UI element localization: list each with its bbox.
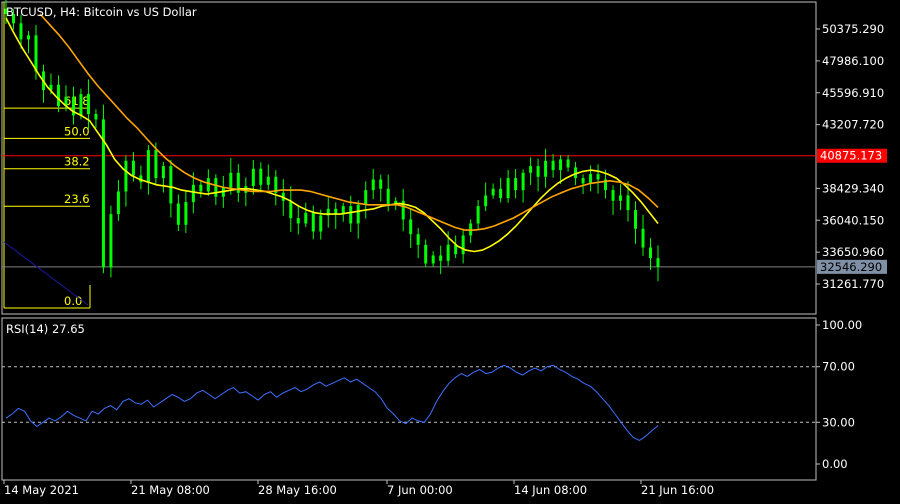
candle-body bbox=[154, 150, 158, 179]
price-tick-label: 31261.770 bbox=[822, 277, 884, 291]
fibonacci-level-label: 61.8 bbox=[64, 94, 90, 108]
time-tick-label: 21 Jun 16:00 bbox=[641, 483, 714, 497]
candle-body bbox=[424, 244, 428, 264]
candle-body bbox=[656, 258, 660, 267]
price-tick-label: 50375.290 bbox=[822, 22, 884, 36]
candle-body bbox=[409, 219, 413, 235]
fibonacci-level-label: 0.0 bbox=[64, 294, 82, 308]
candle-body bbox=[319, 215, 323, 232]
candle-body bbox=[161, 166, 165, 179]
price-tick-label: 33650.960 bbox=[822, 245, 884, 259]
candle-body bbox=[611, 190, 615, 201]
time-axis[interactable]: 14 May 2021 21 May 08:00 28 May 16:00 7 Jun… bbox=[3, 480, 714, 497]
price-tick-label: 38429.340 bbox=[822, 181, 884, 195]
candle-body bbox=[349, 206, 353, 224]
candle-body bbox=[94, 114, 98, 120]
candle-body bbox=[581, 178, 585, 184]
candle-body bbox=[304, 212, 308, 224]
candle-body bbox=[206, 178, 210, 192]
candle-body bbox=[26, 35, 30, 40]
candle-body bbox=[146, 150, 150, 183]
candle-body bbox=[499, 188, 503, 199]
price-line-label: 40875.173 bbox=[820, 149, 882, 163]
rsi-panel-frame bbox=[1, 317, 817, 481]
candle-body bbox=[259, 168, 263, 185]
candle-body bbox=[529, 166, 533, 173]
candle-body bbox=[266, 176, 270, 185]
price-tick-label: 43207.720 bbox=[822, 118, 884, 132]
candle-body bbox=[19, 23, 23, 40]
candle-body bbox=[79, 94, 83, 116]
price-tick-label: 47986.100 bbox=[822, 54, 884, 68]
candle-body bbox=[116, 191, 120, 215]
candle-body bbox=[379, 179, 383, 189]
chart-title: BTCUSD, H4: Bitcoin vs US Dollar bbox=[6, 5, 197, 19]
candle-body bbox=[289, 200, 293, 219]
candle-body bbox=[34, 35, 38, 72]
candle-body bbox=[649, 247, 653, 259]
candle-body bbox=[356, 204, 360, 224]
price-line-label: 32546.290 bbox=[820, 260, 882, 274]
candle-body bbox=[169, 166, 173, 204]
candle-body bbox=[176, 203, 180, 225]
candle-body bbox=[461, 235, 465, 255]
price-tick-label: 36040.150 bbox=[822, 213, 884, 227]
candle-body bbox=[131, 160, 135, 176]
candle-body bbox=[311, 212, 315, 232]
candle-body bbox=[86, 94, 90, 115]
time-tick-label: 21 May 08:00 bbox=[131, 483, 210, 497]
candle-body bbox=[626, 195, 630, 211]
candle-body bbox=[484, 195, 488, 207]
price-tick-label: 45596.910 bbox=[822, 86, 884, 100]
candle-body bbox=[191, 184, 195, 203]
time-tick-label: 7 Jun 00:00 bbox=[387, 483, 453, 497]
candle-body bbox=[506, 178, 510, 199]
rsi-tick-label: 0.00 bbox=[822, 457, 848, 471]
candle-body bbox=[536, 166, 540, 177]
candle-body bbox=[634, 210, 638, 229]
candle-body bbox=[109, 214, 113, 268]
candle-body bbox=[251, 168, 255, 187]
candle-body bbox=[371, 179, 375, 191]
rsi-tick-label: 100.00 bbox=[822, 318, 862, 332]
time-tick-label: 14 Jun 08:00 bbox=[514, 483, 587, 497]
candle-body bbox=[589, 174, 593, 184]
candle-body bbox=[199, 184, 203, 192]
candle-body bbox=[446, 244, 450, 261]
rsi-axis[interactable]: 100.00 70.00 30.00 0.00 bbox=[816, 318, 862, 471]
candle-body bbox=[566, 159, 570, 168]
candle-body bbox=[364, 190, 368, 205]
rsi-tick-label: 30.00 bbox=[822, 415, 855, 429]
candle-body bbox=[544, 160, 548, 177]
fibonacci-level-label: 38.2 bbox=[64, 155, 90, 169]
candle-body bbox=[491, 188, 495, 196]
candle-body bbox=[476, 206, 480, 224]
candle-body bbox=[551, 160, 555, 171]
fibonacci-level-label: 50.0 bbox=[64, 124, 90, 138]
rsi-title: RSI(14) 27.65 bbox=[6, 322, 85, 336]
candle-body bbox=[214, 178, 218, 197]
fibonacci-level-label: 23.6 bbox=[64, 192, 90, 206]
candle-body bbox=[641, 228, 645, 248]
candle-body bbox=[521, 172, 525, 191]
chart-canvas[interactable]: 61.8 50.0 38.2 23.6 0.0 50375.290 47986.100 45… bbox=[0, 0, 900, 500]
candle-body bbox=[229, 172, 233, 188]
candle-body bbox=[386, 188, 390, 205]
candle-body bbox=[124, 160, 128, 192]
time-tick-label: 14 May 2021 bbox=[4, 483, 79, 497]
candle-body bbox=[619, 195, 623, 201]
candle-body bbox=[596, 174, 600, 180]
candle-body bbox=[296, 218, 300, 224]
candle-body bbox=[416, 234, 420, 245]
candle-body bbox=[514, 178, 518, 191]
candle-body bbox=[184, 202, 188, 225]
candle-body bbox=[56, 84, 60, 107]
time-tick-label: 28 May 16:00 bbox=[258, 483, 337, 497]
rsi-tick-label: 70.00 bbox=[822, 360, 855, 374]
trading-chart[interactable]: 61.8 50.0 38.2 23.6 0.0 50375.290 47986.100 45… bbox=[0, 0, 900, 500]
candle-body bbox=[439, 255, 443, 261]
candle-body bbox=[431, 255, 435, 264]
candle-body bbox=[559, 159, 563, 171]
